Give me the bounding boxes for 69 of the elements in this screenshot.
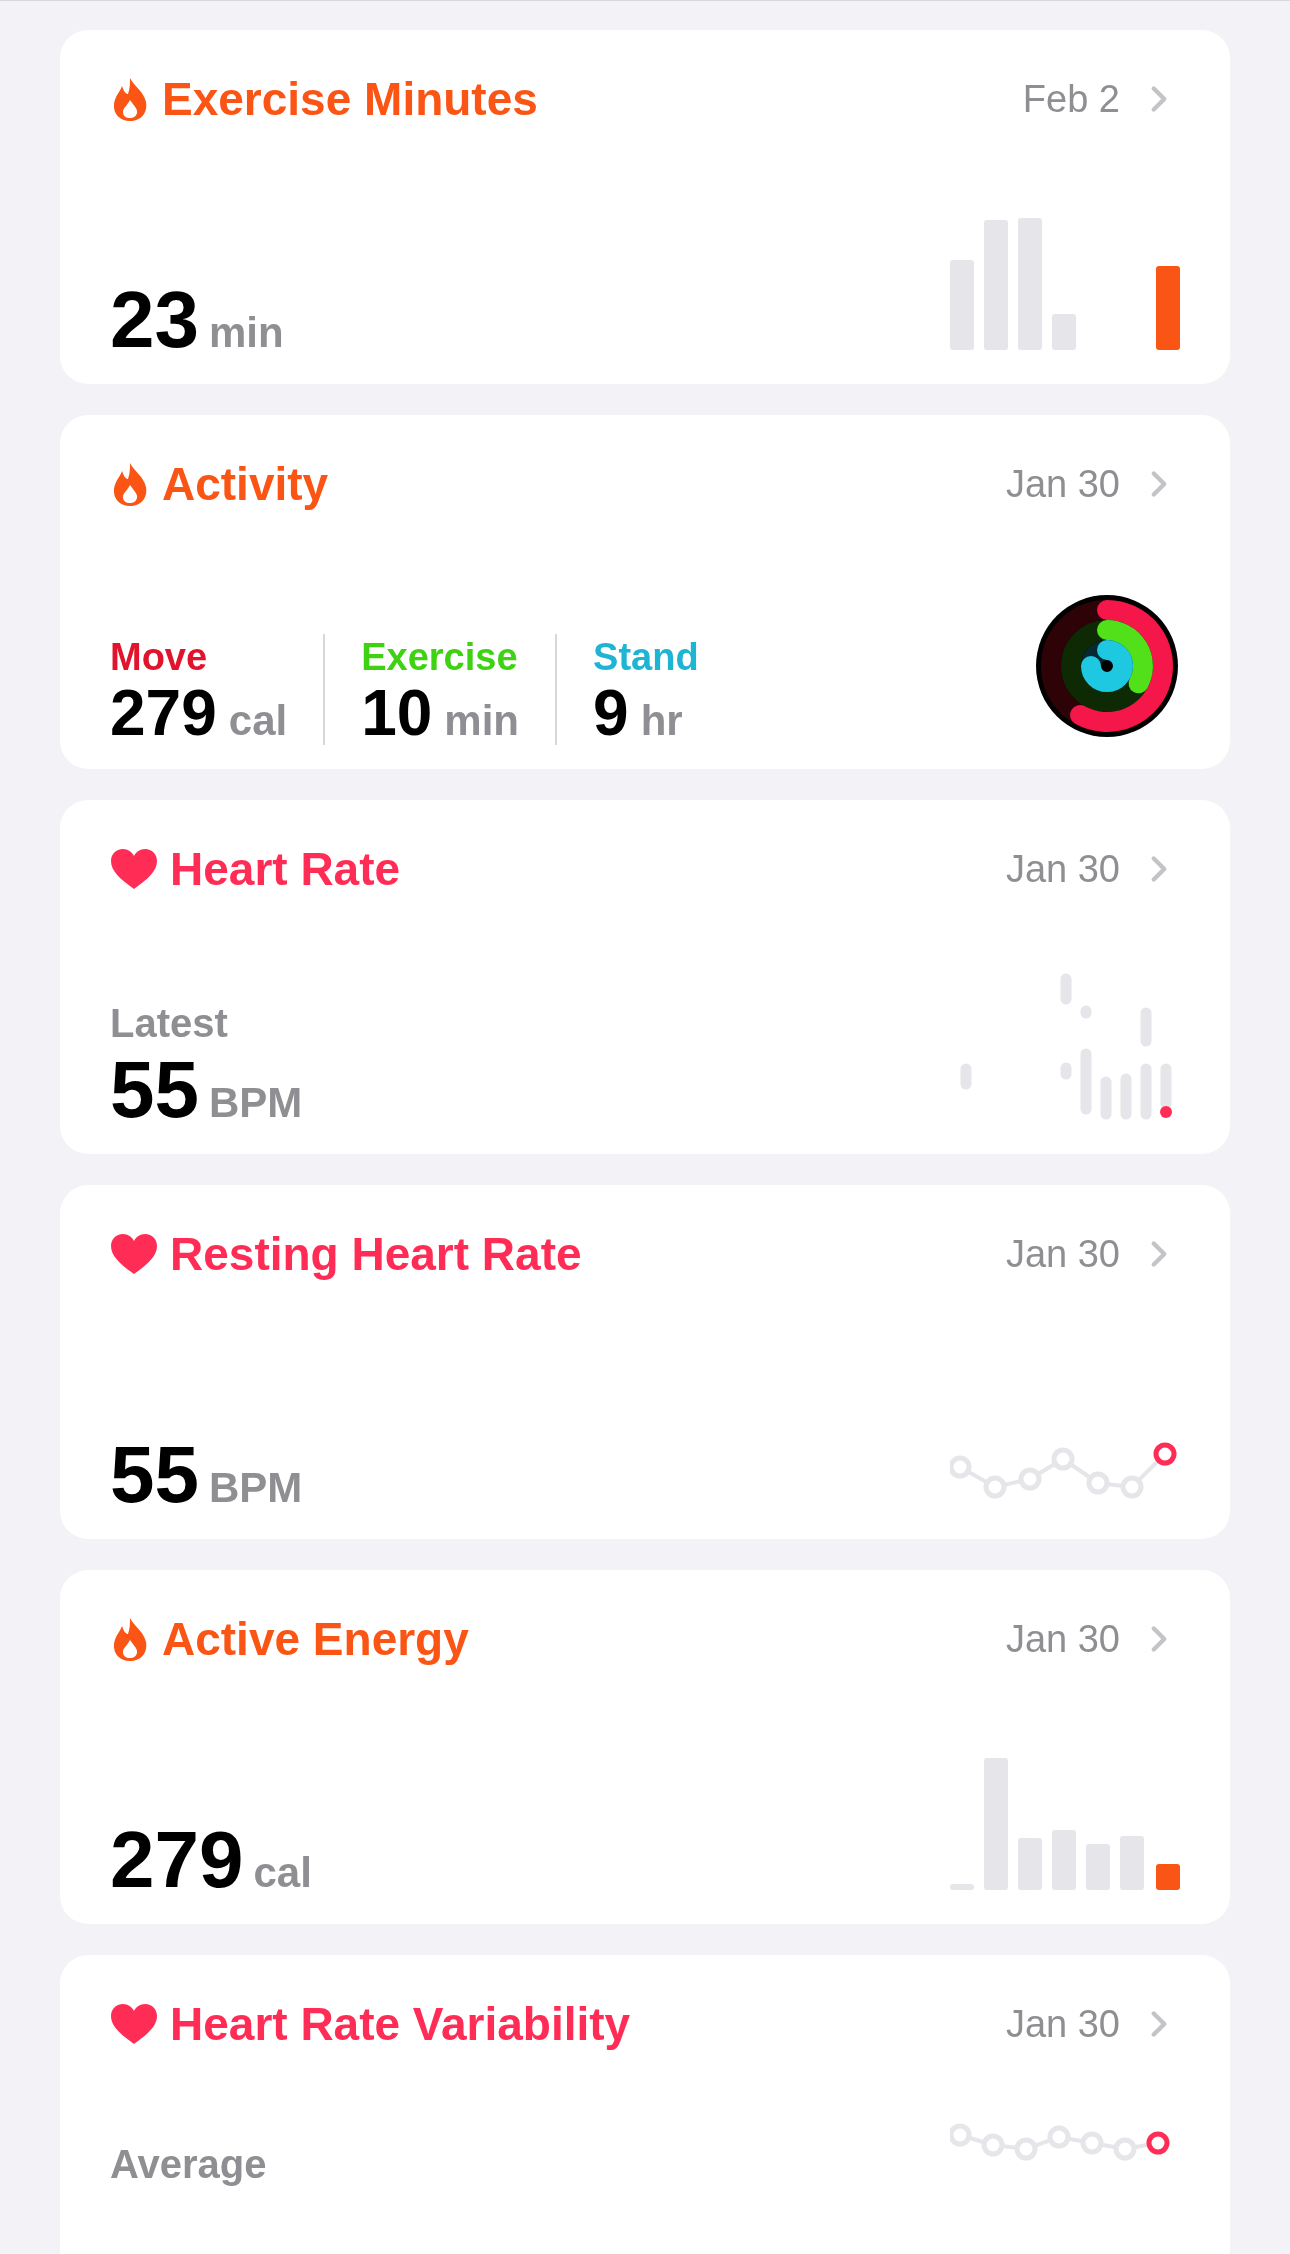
chart-bar <box>960 1063 972 1090</box>
metric-value: 55 <box>110 1435 199 1515</box>
unit-label: min <box>209 312 284 354</box>
caption-label: Average <box>110 2141 267 2188</box>
date-label: Feb 2 <box>1022 80 1120 118</box>
chart-bar <box>1140 1007 1152 1047</box>
chart-bar <box>1060 1062 1072 1080</box>
activity-rings-icon <box>1035 594 1180 739</box>
chart-point <box>1146 2131 1170 2155</box>
chart-point <box>981 2133 1005 2157</box>
card-background[interactable]: Active Energy Jan 30 279 cal <box>60 1570 1230 1924</box>
metric-value: 23 <box>110 280 199 360</box>
card-background[interactable]: Heart Rate Variability Jan 30 Average <box>60 1955 1230 2254</box>
unit-label: cal <box>253 1852 312 1894</box>
metric-value: 10 <box>361 681 433 745</box>
heart-icon <box>110 848 158 890</box>
chart-point <box>950 1455 972 1479</box>
chart-point <box>950 2123 972 2147</box>
chart-bar <box>1120 1073 1132 1120</box>
card-background[interactable]: Heart Rate Jan 30 Latest 55 BPM <box>60 800 1230 1154</box>
card-title: Heart Rate <box>170 846 401 892</box>
metric-label: Exercise <box>361 634 519 680</box>
caption-label: Latest <box>110 1000 229 1047</box>
chart-bar <box>1086 1844 1110 1890</box>
chart-point <box>1153 1442 1177 1466</box>
chart-point <box>1086 1471 1110 1495</box>
chart-point <box>983 1475 1007 1499</box>
chart-bar <box>1052 314 1076 350</box>
chart-point <box>1018 1467 1042 1491</box>
unit-label: BPM <box>209 1467 303 1509</box>
chart-bar <box>1060 973 1072 1005</box>
card-title: Exercise Minutes <box>162 76 538 122</box>
chart-point <box>1113 2137 1137 2161</box>
chart-point <box>1120 1475 1144 1499</box>
heart-icon <box>110 2003 158 2045</box>
chart-point <box>1051 1447 1075 1471</box>
chart-bar <box>1156 1864 1180 1890</box>
date-label: Jan 30 <box>1005 1620 1120 1658</box>
metric-value: 279 <box>110 681 217 745</box>
card-background[interactable]: Activity Jan 30 Move 279 cal Exercise 10 min Stand 9 hr <box>60 415 1230 769</box>
date-label: Jan 30 <box>1005 465 1120 503</box>
metric-label: Move <box>110 634 209 680</box>
metric-value: 9 <box>593 681 629 745</box>
card-background[interactable]: Exercise Minutes Feb 2 23 min <box>60 30 1230 384</box>
chart-bar <box>1080 1048 1092 1115</box>
date-label: Jan 30 <box>1005 2005 1120 2043</box>
date-label: Jan 30 <box>1005 1235 1120 1273</box>
metric-value: 55 <box>110 1050 199 1130</box>
chart-bar <box>1140 1063 1152 1120</box>
metric-value: 279 <box>110 1820 244 1900</box>
unit-label: cal <box>228 700 288 742</box>
unit-label: min <box>444 700 520 742</box>
date-label: Jan 30 <box>1005 850 1120 888</box>
chart-point <box>1080 2131 1104 2155</box>
chart-point <box>1160 1106 1172 1118</box>
metric-label: Stand <box>593 634 699 680</box>
chart-bar <box>1018 1838 1042 1890</box>
chart-bar <box>1120 1836 1144 1890</box>
card-background[interactable]: Resting Heart Rate Jan 30 55 BPM <box>60 1185 1230 1539</box>
chart-point <box>1047 2125 1071 2149</box>
heart-icon <box>110 1233 158 1275</box>
unit-label: BPM <box>209 1082 303 1124</box>
chart-point <box>1014 2137 1038 2161</box>
chart-bar <box>1052 1830 1076 1890</box>
chart-bar <box>1160 1063 1172 1110</box>
chart-bar <box>950 1884 974 1890</box>
chart-bar <box>1080 1005 1092 1019</box>
unit-label: hr <box>640 700 683 742</box>
chart-bar <box>1100 1076 1112 1120</box>
